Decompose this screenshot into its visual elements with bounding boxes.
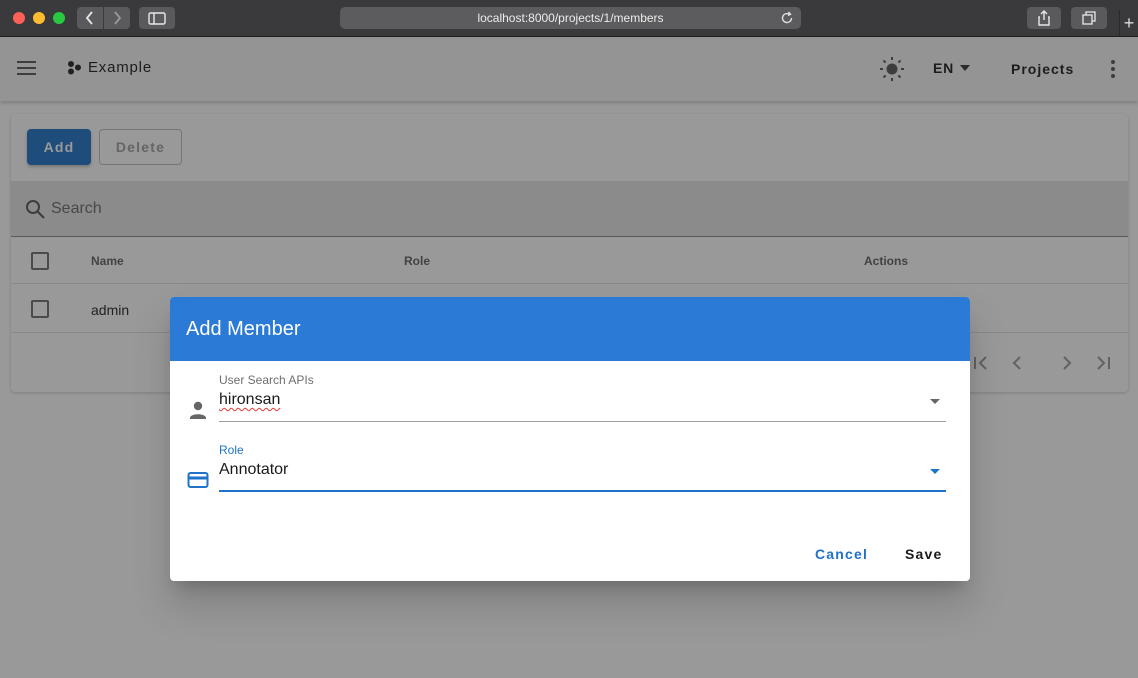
minimize-window-button[interactable]	[33, 12, 45, 24]
user-search-select[interactable]: User Search APIs hironsan	[187, 373, 946, 429]
address-bar[interactable]: localhost:8000/projects/1/members	[340, 7, 801, 29]
chevron-left-icon	[85, 11, 93, 25]
zoom-window-button[interactable]	[53, 12, 65, 24]
new-tab-button[interactable]: +	[1119, 10, 1138, 37]
user-field-underline	[219, 421, 946, 422]
role-select[interactable]: Role Annotator	[187, 443, 946, 499]
browser-toolbar: localhost:8000/projects/1/members +	[0, 0, 1138, 37]
forward-button[interactable]	[104, 7, 130, 29]
add-member-dialog: Add Member User Search APIs hironsan Rol…	[170, 297, 970, 581]
dialog-title: Add Member	[186, 318, 301, 340]
show-tabs-button[interactable]	[1071, 7, 1107, 29]
save-button[interactable]: Save	[905, 546, 943, 562]
account-icon	[190, 401, 206, 419]
role-field-underline	[219, 490, 946, 492]
chevron-right-icon	[114, 11, 122, 25]
dropdown-arrow-icon[interactable]	[930, 399, 940, 404]
cancel-button[interactable]: Cancel	[815, 546, 868, 562]
reload-icon[interactable]	[779, 10, 795, 26]
credit-card-icon	[187, 472, 209, 488]
sidebar-icon	[148, 11, 166, 25]
share-button[interactable]	[1027, 7, 1061, 29]
close-window-button[interactable]	[13, 12, 25, 24]
dropdown-arrow-icon[interactable]	[930, 469, 940, 474]
user-field-value: hironsan	[219, 391, 281, 408]
url-text: localhost:8000/projects/1/members	[477, 11, 664, 25]
user-field-label: User Search APIs	[219, 373, 314, 387]
back-button[interactable]	[77, 7, 103, 29]
share-icon	[1038, 10, 1050, 26]
sidebar-toggle-button[interactable]	[139, 7, 175, 29]
role-field-label: Role	[219, 443, 244, 457]
tabs-icon	[1082, 11, 1096, 25]
dialog-header: Add Member	[170, 297, 970, 361]
role-field-value: Annotator	[219, 461, 289, 478]
